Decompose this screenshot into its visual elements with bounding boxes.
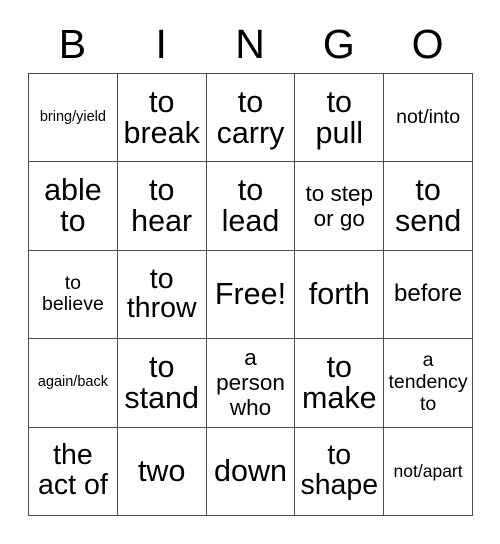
bingo-cell-label: a tendency to (388, 349, 468, 415)
bingo-header-letter-g: G (322, 21, 355, 67)
bingo-cell[interactable]: a person who (206, 339, 296, 428)
bingo-cell[interactable]: to step or go (295, 162, 385, 251)
bingo-cell[interactable]: to pull (295, 74, 385, 163)
bingo-cell[interactable]: to hear (117, 162, 207, 251)
bingo-cell[interactable]: to stand (117, 339, 207, 428)
bingo-header-letter-o: O (411, 21, 444, 67)
bingo-cell-free[interactable]: Free! (206, 250, 296, 340)
bingo-header-row: B I N G O (28, 16, 472, 73)
bingo-row: able to to hear to lead to step or go to… (29, 162, 473, 251)
bingo-cell-label: to hear (131, 172, 193, 239)
bingo-cell[interactable]: before (384, 250, 473, 340)
bingo-cell-label: to believe (42, 271, 104, 316)
bingo-cell-label: to carry (216, 84, 285, 150)
bingo-cell[interactable]: able to (29, 162, 118, 251)
bingo-cell[interactable]: to throw (117, 250, 207, 340)
bingo-row: again/back to stand a person who to make… (29, 339, 473, 428)
bingo-cell[interactable]: to carry (206, 74, 296, 163)
bingo-row: to believe to throw Free! forth before (29, 250, 473, 340)
bingo-cell[interactable]: to lead (206, 162, 296, 251)
bingo-cell-label: forth (308, 276, 370, 311)
bingo-cell[interactable]: a tendency to (384, 339, 473, 428)
bingo-cell-label: a person who (216, 345, 285, 421)
bingo-cell[interactable]: two (117, 427, 207, 516)
bingo-cell-label: to break (123, 84, 200, 150)
bingo-cell-label: to pull (315, 84, 364, 150)
bingo-header-letter-i: I (155, 21, 167, 67)
bingo-cell[interactable]: to shape (295, 427, 385, 516)
bingo-cell[interactable]: not/apart (384, 427, 473, 516)
bingo-cell-label: the act of (38, 439, 108, 502)
bingo-cell[interactable]: not/into (384, 74, 473, 163)
bingo-cell-label: bring/yield (39, 108, 106, 125)
bingo-free-label: Free! (214, 276, 287, 311)
bingo-cell[interactable]: again/back (29, 339, 118, 428)
bingo-cell[interactable]: down (206, 427, 296, 516)
bingo-cell-label: again/back (37, 373, 108, 390)
bingo-row: bring/yield to break to carry to pull no… (29, 74, 473, 163)
bingo-cell-label: to make (301, 349, 377, 415)
bingo-card: B I N G O bring/yield to break to carry … (28, 16, 473, 516)
bingo-cell[interactable]: to make (295, 339, 385, 428)
bingo-cell[interactable]: to send (384, 162, 473, 251)
bingo-cell[interactable]: the act of (29, 427, 118, 516)
bingo-cell-label: before (394, 280, 463, 308)
bingo-cell-label: to stand (124, 349, 199, 415)
bingo-cell-label: to lead (221, 172, 280, 239)
bingo-row: the act of two down to shape not/apart (29, 427, 473, 516)
bingo-cell-label: not/into (396, 105, 461, 128)
bingo-cell-label: not/apart (393, 460, 463, 481)
bingo-grid: bring/yield to break to carry to pull no… (28, 73, 473, 516)
bingo-header-letter-b: B (58, 21, 87, 67)
bingo-cell-label: down (214, 453, 287, 488)
bingo-header-letter-n: N (235, 21, 265, 67)
bingo-cell[interactable]: to believe (29, 250, 118, 340)
bingo-cell[interactable]: to break (117, 74, 207, 163)
bingo-cell[interactable]: bring/yield (29, 74, 118, 163)
bingo-cell-label: able to (44, 172, 102, 239)
bingo-cell[interactable]: forth (295, 250, 385, 340)
bingo-cell-label: to throw (126, 262, 197, 325)
bingo-cell-label: to step or go (305, 180, 374, 232)
bingo-cell-label: to send (395, 172, 462, 239)
bingo-cell-label: to shape (300, 439, 379, 502)
bingo-cell-label: two (137, 453, 186, 488)
